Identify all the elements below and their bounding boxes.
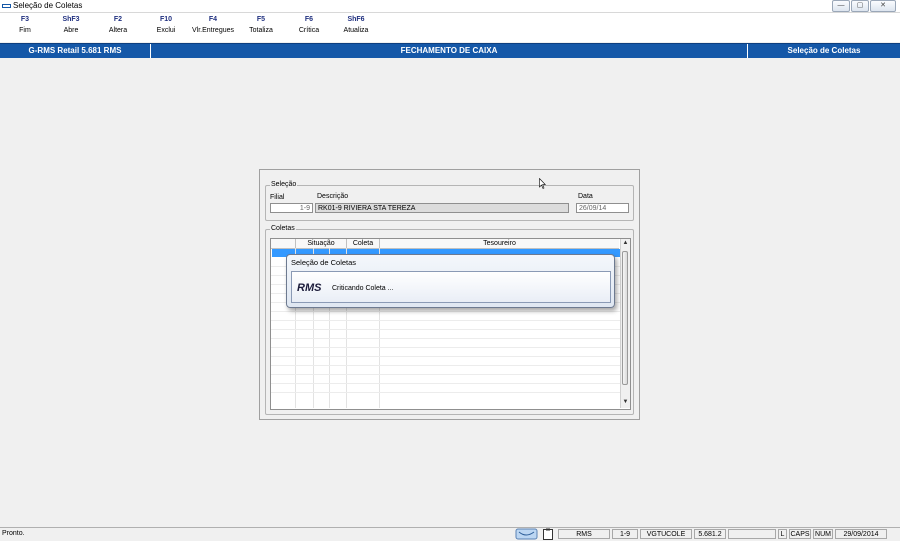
dialog-body: RMS Criticando Coleta ... [291,271,611,303]
close-button[interactable]: ✕ [870,0,896,12]
row-divider [271,329,620,330]
scrollbar-thumb[interactable] [622,251,628,385]
coleta-column-header[interactable]: Coleta [347,239,380,249]
button-label: Exclui [156,27,176,34]
scroll-down-icon[interactable]: ▼ [621,399,630,405]
progress-message: Criticando Coleta ... [332,285,394,292]
button-label: Vlr.Entregues [191,27,235,34]
row-divider [271,383,620,384]
fkey-label: F6 [304,16,314,23]
critica-button[interactable]: F6 Crítica [284,16,334,34]
status-bar: Pronto. RMS 1-9 VGTUCOLE 5.681.2 L CAPS … [0,527,900,541]
row-indicator-header [271,239,296,249]
abre-button[interactable]: ShF3 Abre [46,16,96,34]
function-key-toolbar: F3 Fim ShF3 Abre F2 Altera F10 Exclui F4… [0,13,900,42]
button-label: Altera [108,27,128,34]
button-label: Totaliza [249,27,273,34]
coletas-legend: Coletas [270,225,296,232]
mouse-cursor-icon [539,178,546,189]
button-label: Fim [19,27,31,34]
status-version: 5.681.2 [694,529,726,539]
descricao-label: Descrição [317,193,349,200]
rms-logo: RMS [297,282,322,294]
totaliza-button[interactable]: F5 Totaliza [236,16,286,34]
vlr-entregues-button[interactable]: F4 Vlr.Entregues [188,16,238,34]
atualiza-button[interactable]: ShF6 Atualiza [331,16,381,34]
row-divider [271,374,620,375]
row-divider [271,338,620,339]
fkey-label: ShF3 [62,16,80,23]
scroll-up-icon[interactable]: ▲ [621,240,630,246]
status-text: Pronto. [2,530,25,537]
situacao-column-header[interactable]: Situação [296,239,347,249]
exclui-button[interactable]: F10 Exclui [141,16,191,34]
progress-dialog: Seleção de Coletas RMS Criticando Coleta… [286,254,615,308]
data-label: Data [578,193,593,200]
app-version-label: G-RMS Retail 5.681 RMS [28,46,122,55]
filial-label: Filial [270,194,285,201]
row-divider [271,392,620,393]
row-divider [271,347,620,348]
tesoureiro-column-header[interactable]: Tesoureiro [380,239,619,249]
module-header-bar: G-RMS Retail 5.681 RMS FECHAMENTO DE CAI… [0,43,900,58]
row-divider [271,365,620,366]
status-caps: CAPS [789,529,811,539]
row-divider [271,356,620,357]
status-l: L [778,529,787,539]
button-label: Abre [63,27,79,34]
selecao-legend: Seleção [270,181,298,188]
module-title: FECHAMENTO DE CAIXA [400,46,498,55]
fkey-label: F5 [256,16,266,23]
button-label: Crítica [298,27,320,34]
minimize-button[interactable]: — [832,0,850,12]
altera-button[interactable]: F2 Altera [93,16,143,34]
row-divider [271,311,620,312]
maximize-button[interactable]: ▢ [851,0,869,12]
filial-field[interactable]: 1-9 [270,203,313,213]
fim-button[interactable]: F3 Fim [0,16,50,34]
status-date: 29/09/2014 [835,529,887,539]
app-icon [2,4,11,8]
status-filial: 1-9 [612,529,638,539]
fkey-label: ShF6 [347,16,365,23]
window-title: Seleção de Coletas [13,1,83,10]
status-empty-cell [728,529,776,539]
vertical-scrollbar[interactable]: ▲ ▼ [620,239,630,408]
fkey-label: F10 [159,16,173,23]
network-icon [515,528,538,540]
data-field[interactable]: 26/09/14 [576,203,629,213]
row-divider [271,320,620,321]
status-num: NUM [813,529,833,539]
fkey-label: F3 [20,16,30,23]
button-label: Atualiza [343,27,369,34]
dialog-title: Seleção de Coletas [291,258,357,267]
title-bar: Seleção de Coletas — ▢ ✕ [0,0,900,13]
fkey-label: F2 [113,16,123,23]
fkey-label: F4 [208,16,218,23]
status-system: RMS [558,529,610,539]
status-program: VGTUCOLE [640,529,692,539]
clipboard-icon [543,528,553,540]
descricao-field: RK01-9 RIVIERA STA TEREZA [315,203,569,213]
screen-title: Seleção de Coletas [787,46,861,55]
